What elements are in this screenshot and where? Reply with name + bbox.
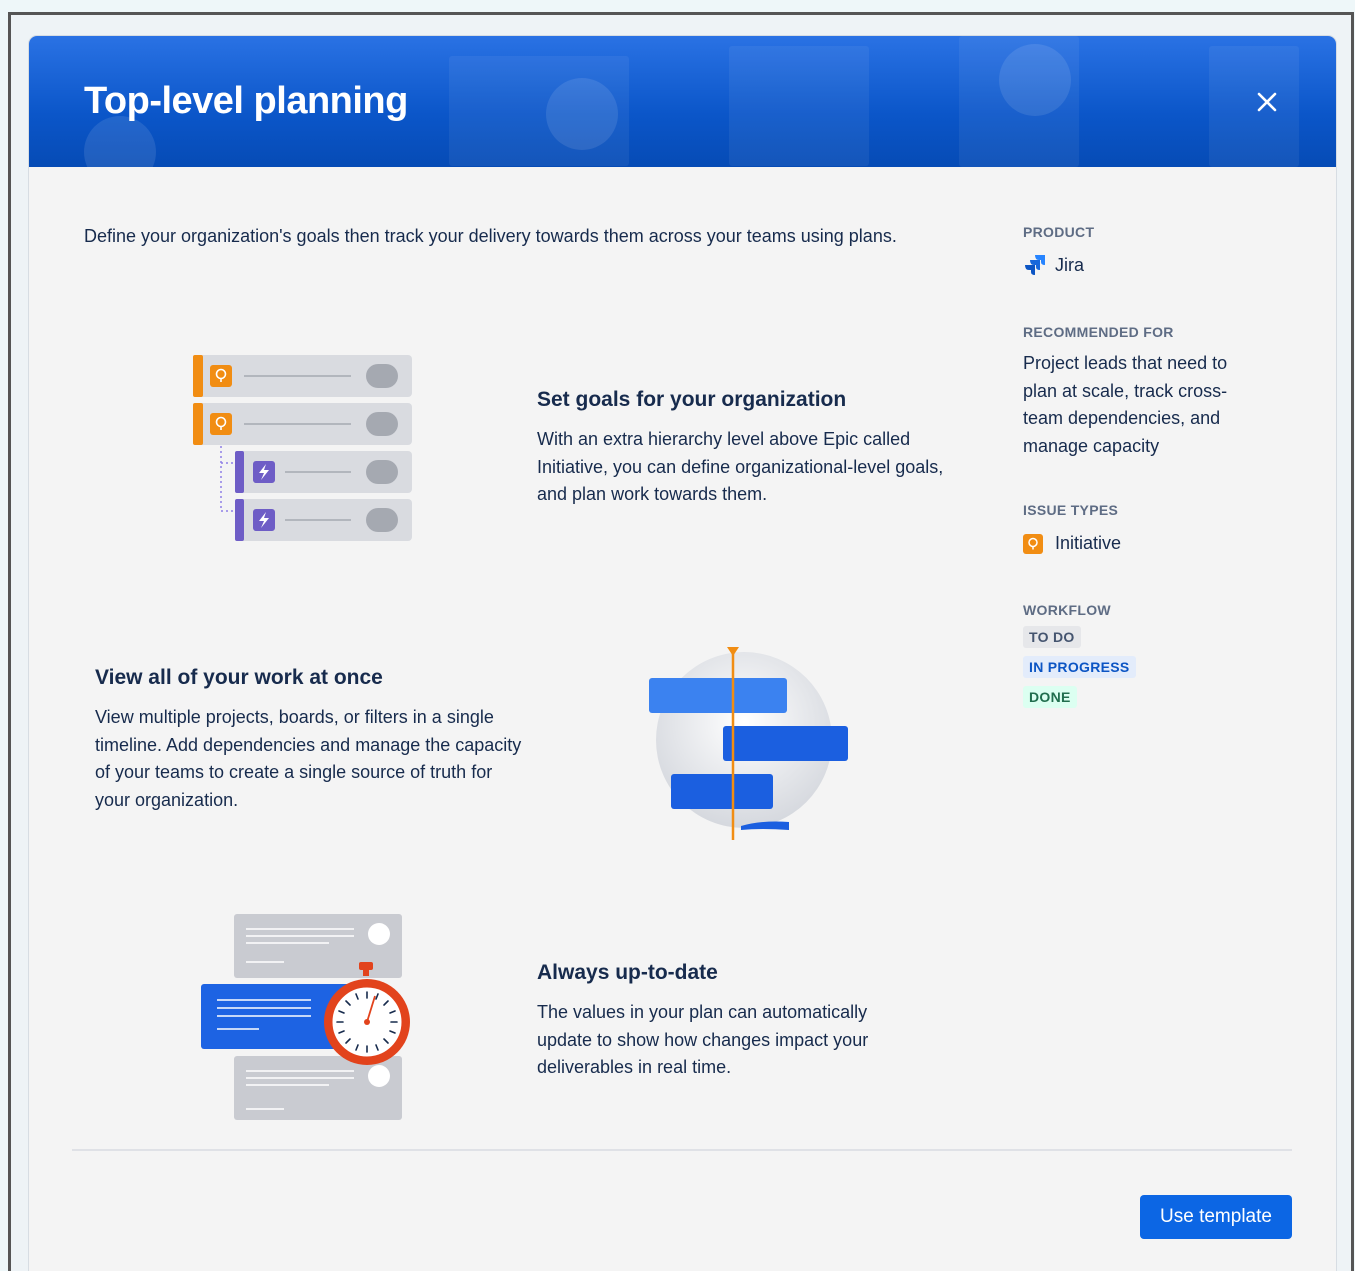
issue-type-item: Initiative: [1023, 530, 1303, 558]
recommended-label: RECOMMENDED FOR: [1023, 324, 1174, 340]
header-decoration: [729, 46, 869, 166]
close-icon: [1257, 92, 1277, 112]
footer-divider: [72, 1149, 1292, 1151]
issue-type-label: Initiative: [1055, 533, 1122, 553]
status-lozenge-todo: TO DO: [1023, 625, 1081, 648]
use-template-button[interactable]: Use template: [1140, 1195, 1292, 1239]
workflow-list: TO DO IN PROGRESS DONE: [1023, 625, 1303, 708]
recommended-value: Project leads that need to plan at scale…: [1023, 353, 1228, 456]
product-row: Jira: [1023, 252, 1303, 280]
feature-heading: Set goals for your organization: [537, 388, 847, 411]
status-lozenge-in-progress: IN PROGRESS: [1023, 655, 1136, 678]
feature-heading: View all of your work at once: [95, 666, 383, 689]
feature-description: View multiple projects, boards, or filte…: [95, 707, 522, 810]
feature-heading: Always up-to-date: [537, 961, 718, 984]
jira-logo-icon: [1025, 255, 1045, 275]
header-decoration: [959, 36, 1079, 167]
intro-text: Define your organization's goals then tr…: [84, 226, 897, 246]
modal-title: Top-level planning: [84, 80, 408, 122]
feature-description: With an extra hierarchy level above Epic…: [537, 429, 944, 504]
product-value: Jira: [1055, 255, 1085, 276]
header-decoration: [84, 116, 156, 167]
hierarchy-illustration: [193, 355, 412, 541]
template-modal: Top-level planning Define your organizat…: [29, 36, 1336, 1271]
header-decoration: [449, 56, 629, 166]
stopwatch-illustration: [201, 914, 410, 1120]
initiative-icon: [1023, 533, 1043, 554]
issue-types-label: ISSUE TYPES: [1023, 502, 1119, 518]
feature-always-up-to-date: Always up-to-date The values in your pla…: [537, 961, 927, 1082]
workflow-label: WORKFLOW: [1023, 601, 1111, 618]
modal-header: Top-level planning: [29, 36, 1336, 167]
product-label: PRODUCT: [1023, 224, 1095, 240]
feature-description: The values in your plan can automaticall…: [537, 1002, 869, 1077]
close-button[interactable]: [1251, 86, 1283, 118]
template-details-sidebar: PRODUCT Jira RECOMMENDED FOR Project lea…: [1023, 224, 1303, 708]
timeline-illustration: [649, 647, 848, 840]
status-lozenge-done: DONE: [1023, 685, 1077, 708]
feature-view-all-work: View all of your work at once View multi…: [95, 666, 525, 814]
feature-set-goals: Set goals for your organization With an …: [537, 388, 957, 509]
